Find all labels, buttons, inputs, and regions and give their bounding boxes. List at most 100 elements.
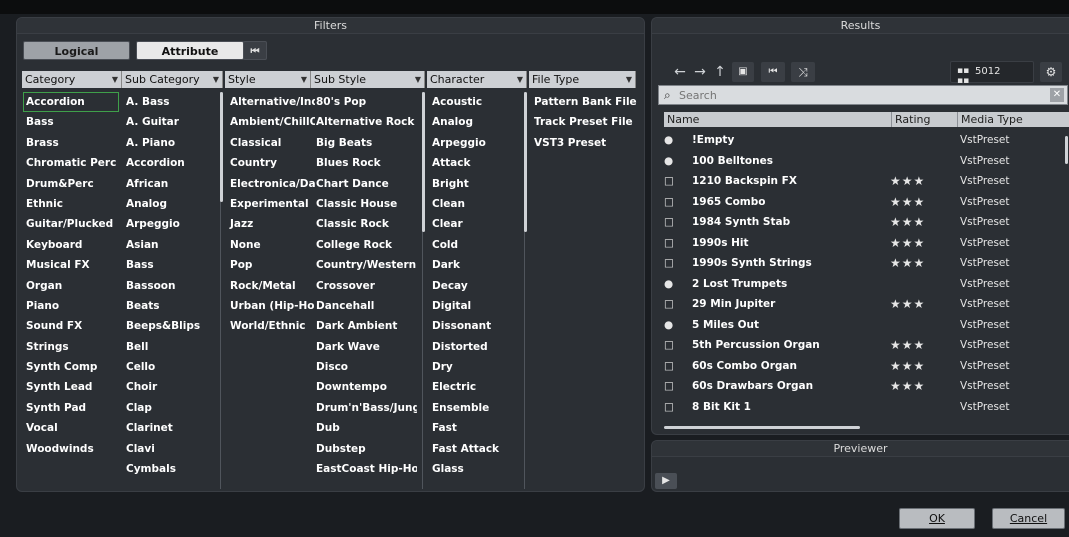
filter-item[interactable]: Bright	[429, 174, 521, 194]
filter-item[interactable]: Cold	[429, 235, 521, 255]
filter-item[interactable]: Glass	[429, 459, 521, 479]
filter-item[interactable]: Electric	[429, 377, 521, 397]
filter-item[interactable]: Country/Western	[313, 255, 417, 275]
filter-item[interactable]: Bell	[123, 337, 218, 357]
filter-item[interactable]: VST3 Preset	[531, 133, 641, 153]
filter-item[interactable]: Woodwinds	[23, 439, 119, 459]
filter-item[interactable]: Musical FX	[23, 255, 119, 275]
result-row[interactable]: □ 29 Min Jupiter ★★★ VstPreset	[652, 294, 1066, 315]
filter-item[interactable]: Chart Dance	[313, 174, 417, 194]
filter-item[interactable]: Clarinet	[123, 418, 218, 438]
filter-item[interactable]: Organ	[23, 276, 119, 296]
filter-item[interactable]: Fast	[429, 418, 521, 438]
filter-item[interactable]: Clear	[429, 214, 521, 234]
filter-item[interactable]: Blues Rock	[313, 153, 417, 173]
filter-item[interactable]: Digital	[429, 296, 521, 316]
filter-item[interactable]: Arpeggio	[123, 214, 218, 234]
rating-column-header[interactable]: Rating	[892, 112, 958, 127]
filter-item[interactable]: Strings	[23, 337, 119, 357]
filter-item[interactable]: Ensemble	[429, 398, 521, 418]
filter-item[interactable]: Dubstep	[313, 439, 417, 459]
filter-item[interactable]: Acoustic	[429, 92, 521, 112]
result-row[interactable]: ● 100 Belltones VstPreset	[652, 151, 1066, 172]
result-row[interactable]: ● 2 Lost Trumpets VstPreset	[652, 274, 1066, 295]
result-row[interactable]: □ 1965 Combo ★★★ VstPreset	[652, 192, 1066, 213]
result-row[interactable]: □ 1210 Backspin FX ★★★ VstPreset	[652, 171, 1066, 192]
filter-item[interactable]: None	[227, 235, 315, 255]
filter-item[interactable]: Brass	[23, 133, 119, 153]
ok-button[interactable]: OK	[899, 508, 975, 529]
up-arrow-icon[interactable]: ↑	[712, 63, 728, 81]
name-column-header[interactable]: Name	[664, 112, 892, 127]
result-row[interactable]: ● 5 Miles Out VstPreset	[652, 315, 1066, 336]
filter-item[interactable]: Electronica/Dance	[227, 174, 315, 194]
filter-item[interactable]: Sound FX	[23, 316, 119, 336]
search-field[interactable]: ⌕ ✕	[658, 85, 1068, 105]
results-vertical-scrollbar[interactable]	[1065, 136, 1068, 164]
filter-item[interactable]: Dark	[429, 255, 521, 275]
filter-item[interactable]: Classical	[227, 133, 315, 153]
filter-item[interactable]: Disco	[313, 357, 417, 377]
result-row[interactable]: □ 1984 Synth Stab ★★★ VstPreset	[652, 212, 1066, 233]
filter-item[interactable]: Dark Ambient	[313, 316, 417, 336]
filter-item[interactable]: Chromatic Perc	[23, 153, 119, 173]
character-column-header[interactable]: Character ▼	[427, 71, 527, 88]
filter-item[interactable]: A. Guitar	[123, 112, 218, 132]
filter-item[interactable]: Keyboard	[23, 235, 119, 255]
filter-item[interactable]: Dancehall	[313, 296, 417, 316]
character-scrollbar[interactable]	[524, 92, 527, 232]
filter-item[interactable]: Country	[227, 153, 315, 173]
filter-item[interactable]: Jazz	[227, 214, 315, 234]
filter-item[interactable]: Clavi	[123, 439, 218, 459]
filter-item[interactable]: Pattern Bank File	[531, 92, 641, 112]
filter-item[interactable]: Synth Comp	[23, 357, 119, 377]
filter-item[interactable]: Beats	[123, 296, 218, 316]
filter-item[interactable]: Drum'n'Bass/Jungle	[313, 398, 417, 418]
reset-filters-icon[interactable]: ⏮	[243, 41, 267, 60]
filter-item[interactable]: Asian	[123, 235, 218, 255]
shuffle-icon[interactable]: ⤨	[791, 62, 815, 82]
filter-item[interactable]: College Rock	[313, 235, 417, 255]
filter-item[interactable]: A. Piano	[123, 133, 218, 153]
filter-item[interactable]: Clean	[429, 194, 521, 214]
filter-item[interactable]: Alternative/Indie	[227, 92, 315, 112]
filter-item[interactable]: Bass	[23, 112, 119, 132]
filter-item[interactable]: Cello	[123, 357, 218, 377]
filter-item[interactable]: Attack	[429, 153, 521, 173]
filter-item[interactable]: Cymbals	[123, 459, 218, 479]
filter-item[interactable]: Dark Wave	[313, 337, 417, 357]
filter-item[interactable]: Analog	[123, 194, 218, 214]
filter-item[interactable]: Synth Pad	[23, 398, 119, 418]
filter-item[interactable]: Choir	[123, 377, 218, 397]
filter-item[interactable]: Big Beats	[313, 133, 417, 153]
filter-item[interactable]: Arpeggio	[429, 133, 521, 153]
result-row[interactable]: ● !Empty VstPreset	[652, 130, 1066, 151]
filter-item[interactable]: Dry	[429, 357, 521, 377]
result-row[interactable]: □ 1990s Synth Strings ★★★ VstPreset	[652, 253, 1066, 274]
previewer-toggle-icon[interactable]: ▶	[655, 473, 677, 489]
media-type-column-header[interactable]: Media Type	[958, 112, 1069, 127]
filter-item[interactable]: Decay	[429, 276, 521, 296]
filter-item[interactable]: Dub	[313, 418, 417, 438]
result-row[interactable]: □ 5th Percussion Organ ★★★ VstPreset	[652, 335, 1066, 356]
options-icon[interactable]: ⚙	[1040, 62, 1062, 82]
filter-item[interactable]: Urban (Hip-Hop / R&B)	[227, 296, 315, 316]
filter-item[interactable]: Downtempo	[313, 377, 417, 397]
file-type-column-header[interactable]: File Type ▼	[529, 71, 636, 88]
filter-item[interactable]: Analog	[429, 112, 521, 132]
filter-item[interactable]: Accordion	[23, 92, 119, 113]
filter-item[interactable]: Drum&Perc	[23, 174, 119, 194]
cancel-button[interactable]: Cancel	[992, 508, 1065, 529]
forward-arrow-icon[interactable]: →	[692, 63, 708, 81]
logical-mode-button[interactable]: Logical	[23, 41, 130, 60]
filter-item[interactable]: Experimental	[227, 194, 315, 214]
sub-style-scrollbar[interactable]	[422, 92, 425, 232]
filter-item[interactable]: Alternative Rock	[313, 112, 417, 132]
filter-item[interactable]: Beeps&Blips	[123, 316, 218, 336]
result-row[interactable]: □ 8 Bit Kit 1 VstPreset	[652, 397, 1066, 418]
filter-item[interactable]: Ethnic	[23, 194, 119, 214]
filter-item[interactable]: Piano	[23, 296, 119, 316]
back-arrow-icon[interactable]: ←	[672, 63, 688, 81]
filter-item[interactable]: Classic House	[313, 194, 417, 214]
category-column-header[interactable]: Category ▼	[22, 71, 122, 88]
